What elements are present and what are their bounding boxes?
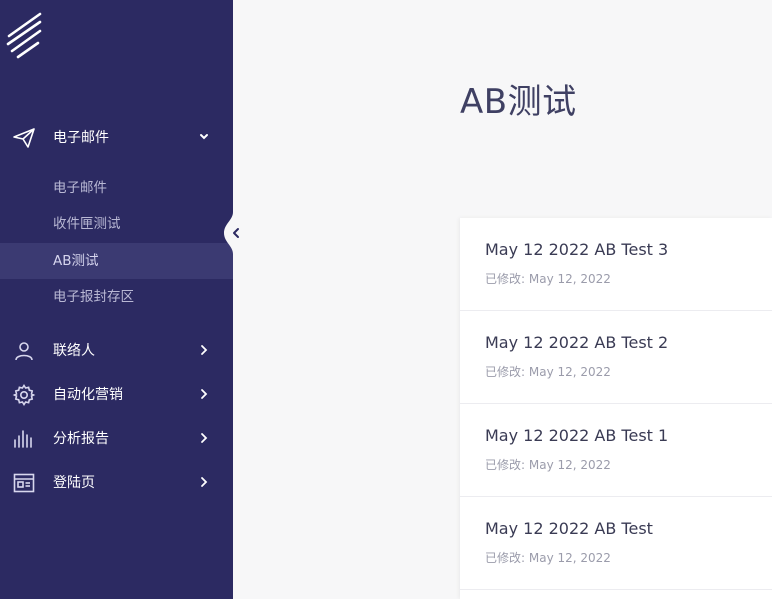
ab-test-item[interactable]: May 12 2022 AB Test 1 已修改: May 12, 2022 — [460, 404, 772, 497]
ab-test-title[interactable]: May 12 2022 AB Test — [485, 519, 653, 538]
chevron-right-icon[interactable] — [197, 343, 211, 357]
ab-test-list: May 12 2022 AB Test 3 已修改: May 12, 2022 … — [460, 218, 772, 599]
modified-date: May 12, 2022 — [528, 551, 611, 565]
modified-label: 已修改: — [485, 365, 529, 379]
sidebar-group-email[interactable]: 电子邮件 — [0, 119, 233, 155]
ab-test-item[interactable]: May 12 2022 AB Test 已修改: May 12, 2022 — [460, 497, 772, 590]
ab-test-modified: 已修改: May 12, 2022 — [485, 363, 611, 380]
sidebar-group-label: 分析报告 — [53, 431, 109, 447]
collapse-sidebar-button[interactable] — [224, 212, 244, 254]
gear-icon — [12, 384, 36, 406]
ab-test-title[interactable]: May 12 2022 AB Test 1 — [485, 426, 668, 445]
sidebar-group-reports[interactable]: 分析报告 — [0, 420, 233, 456]
user-icon — [15, 342, 33, 361]
paper-plane-icon — [13, 128, 35, 148]
brand-logo-icon[interactable] — [6, 12, 46, 60]
sidebar-subitem-ab-test[interactable]: AB测试 — [0, 243, 233, 279]
modified-label: 已修改: — [485, 272, 529, 286]
chevron-right-icon[interactable] — [197, 387, 211, 401]
sidebar-group-landing-pages[interactable]: 登陆页 — [0, 464, 233, 500]
sidebar-subitem-inbox-test[interactable]: 收件匣测试 — [0, 206, 233, 242]
ab-test-modified: 已修改: May 12, 2022 — [485, 549, 611, 566]
sidebar-group-label: 登陆页 — [53, 475, 95, 491]
sidebar: 电子邮件 电子邮件 收件匣测试 AB测试 电子报封存区 联络人 自动化营销 分析… — [0, 0, 233, 599]
sidebar-subitem-email[interactable]: 电子邮件 — [0, 170, 233, 206]
ab-test-title[interactable]: May 12 2022 AB Test 2 — [485, 333, 668, 352]
sidebar-group-automation[interactable]: 自动化营销 — [0, 376, 233, 412]
chevron-down-icon[interactable] — [197, 130, 211, 144]
sidebar-subitem-newsletter-archive[interactable]: 电子报封存区 — [0, 279, 233, 315]
ab-test-item[interactable]: May 12 2022 AB Test 2 已修改: May 12, 2022 — [460, 311, 772, 404]
ab-test-item[interactable]: May 12 2022 AB Test 3 已修改: May 12, 2022 — [460, 218, 772, 311]
sidebar-group-label: 电子邮件 — [53, 130, 109, 146]
modified-date: May 12, 2022 — [528, 458, 611, 472]
chevron-right-icon[interactable] — [197, 475, 211, 489]
modified-date: May 12, 2022 — [528, 365, 611, 379]
bar-chart-icon — [14, 430, 32, 448]
landing-page-icon — [13, 473, 35, 493]
ab-test-modified: 已修改: May 12, 2022 — [485, 270, 611, 287]
sidebar-group-contacts[interactable]: 联络人 — [0, 332, 233, 368]
ab-test-modified: 已修改: May 12, 2022 — [485, 456, 611, 473]
sidebar-group-label: 联络人 — [53, 343, 95, 359]
page-title: AB测试 — [460, 82, 577, 122]
ab-test-title[interactable]: May 12 2022 AB Test 3 — [485, 240, 668, 259]
sidebar-group-label: 自动化营销 — [53, 387, 123, 403]
modified-date: May 12, 2022 — [528, 272, 611, 286]
chevron-right-icon[interactable] — [197, 431, 211, 445]
modified-label: 已修改: — [485, 458, 529, 472]
modified-label: 已修改: — [485, 551, 529, 565]
